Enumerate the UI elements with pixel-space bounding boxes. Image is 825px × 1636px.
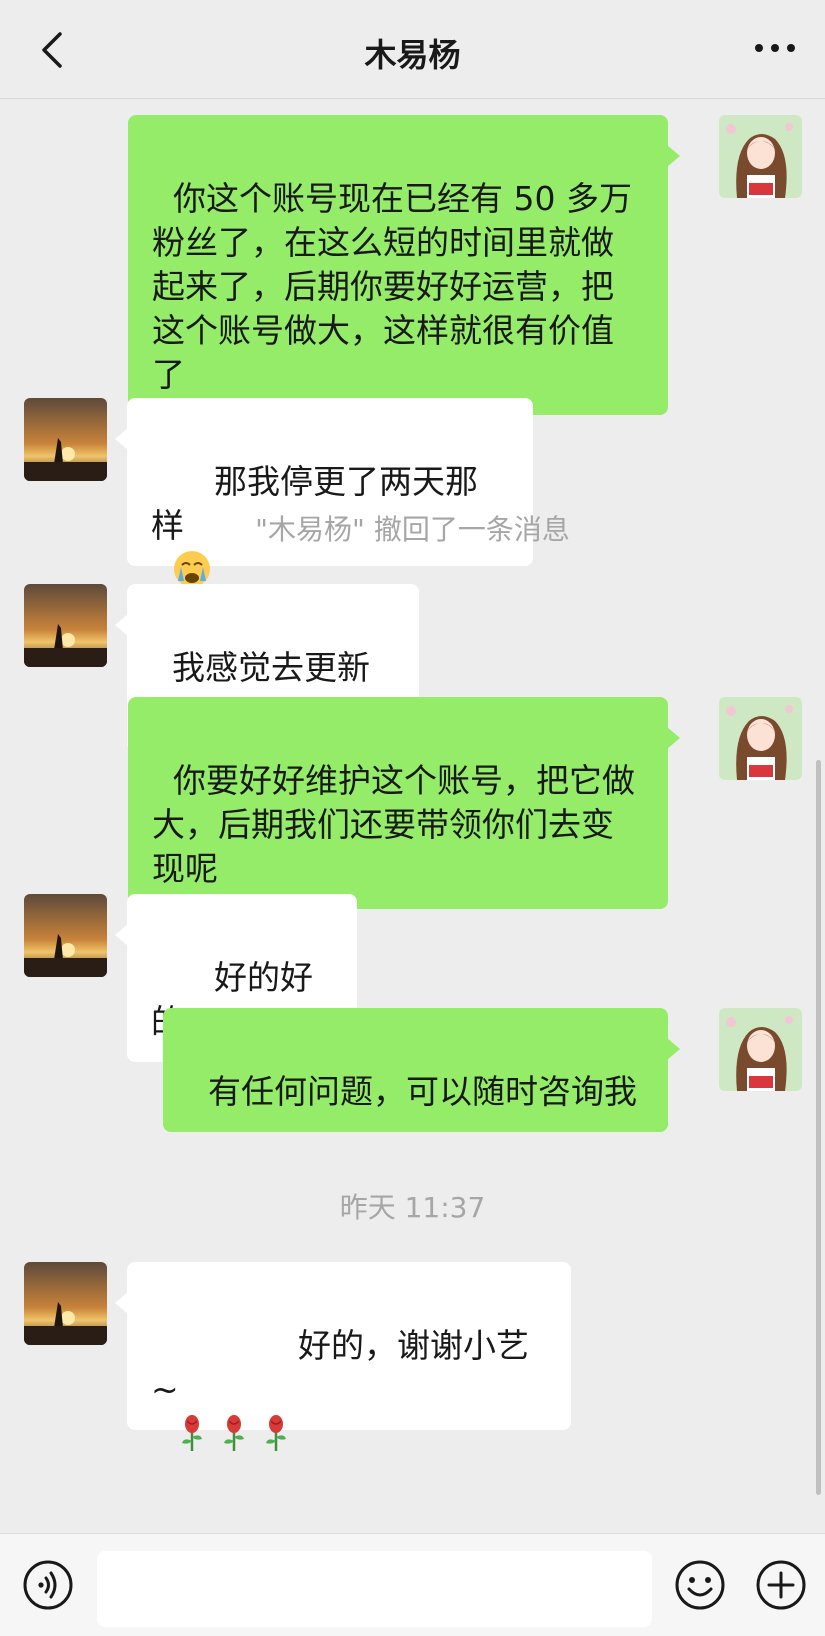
rose-emoji xyxy=(214,1325,254,1451)
plus-icon[interactable] xyxy=(755,1559,807,1611)
crying-face-emoji xyxy=(172,461,212,587)
chat-scrollbar[interactable] xyxy=(816,760,821,1495)
page-title: 木易杨 xyxy=(364,36,461,74)
saluting-face-emoji xyxy=(172,957,212,1083)
voice-icon[interactable] xyxy=(22,1559,74,1611)
message-timestamp: 昨天 11:37 xyxy=(339,1191,486,1224)
message-bubble-received[interactable]: 好的，谢谢小艺~ xyxy=(115,1262,571,1451)
message-text: 你这个账号现在已经有 50 多万粉丝了，在这么短的时间里就做起来了，后期你要好好… xyxy=(152,179,632,394)
recall-notice: "木易杨" 撤回了一条消息 xyxy=(255,513,570,546)
chat-header: 木易杨 xyxy=(0,0,825,99)
contact-avatar[interactable] xyxy=(24,1262,107,1345)
message-bubble-sent[interactable]: 有任何问题，可以随时咨询我 xyxy=(163,1008,680,1132)
contact-avatar[interactable] xyxy=(24,398,107,481)
my-avatar[interactable] xyxy=(719,697,802,780)
rose-emoji xyxy=(256,1325,296,1451)
message-bubble-sent[interactable]: 你要好好维护这个账号，把它做大，后期我们还要带领你们去变现呢 xyxy=(128,697,680,909)
more-icon[interactable] xyxy=(753,38,797,58)
my-avatar[interactable] xyxy=(719,1008,802,1091)
emoji-icon[interactable] xyxy=(674,1559,726,1611)
contact-avatar[interactable] xyxy=(24,584,107,667)
rose-emoji xyxy=(172,1325,212,1451)
message-bubble-sent[interactable]: 你这个账号现在已经有 50 多万粉丝了，在这么短的时间里就做起来了，后期你要好好… xyxy=(128,115,680,415)
my-avatar[interactable] xyxy=(719,115,802,198)
message-text: 有任何问题，可以随时咨询我 xyxy=(207,1072,637,1111)
input-bar xyxy=(0,1533,825,1636)
message-text: 你要好好维护这个账号，把它做大，后期我们还要带领你们去变现呢 xyxy=(152,761,635,888)
contact-avatar[interactable] xyxy=(24,894,107,977)
message-input[interactable] xyxy=(97,1551,652,1627)
